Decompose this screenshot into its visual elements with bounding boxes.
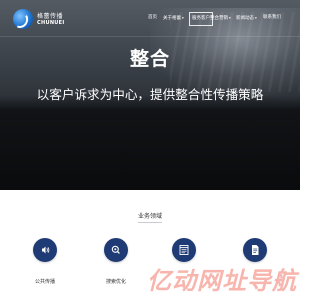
nav-item-contact[interactable]: 联系我们 <box>263 12 281 24</box>
logo-name-en: CHUNUEI <box>37 20 65 26</box>
document-icon <box>252 245 259 255</box>
nav-item-label: 联系我们 <box>263 15 281 20</box>
nav-item-label: 关于格蕾 <box>163 16 181 21</box>
service-icon-circle <box>104 238 128 262</box>
site-logo[interactable]: 格蕾传播 CHUNUEI <box>13 8 73 32</box>
nav-item-news[interactable]: 新闻动态▾ <box>236 12 257 24</box>
logo-name-cn: 格蕾传播 <box>37 13 64 20</box>
service-label: 公共传播 <box>34 279 55 285</box>
service-public-communication[interactable]: 公共传播 <box>25 238 65 290</box>
nav-item-label: 整合营销 <box>210 16 228 21</box>
nav-divider <box>0 36 300 37</box>
nav-item-home[interactable]: 首页 <box>148 12 157 24</box>
nav-item-about[interactable]: 关于格蕾▾ <box>163 12 184 24</box>
nav-item-label: 服务客户 <box>192 16 210 21</box>
chevron-down-icon: ▾ <box>182 16 184 20</box>
service-icon-circle <box>172 238 196 262</box>
chevron-down-icon: ▾ <box>255 16 257 20</box>
watermark-overlay: 亿动网址导航 <box>117 261 297 295</box>
browser-window-icon <box>179 245 189 255</box>
nav-item-marketing[interactable]: 整合营销▾ <box>210 12 231 24</box>
hero-subtitle: 以客户诉求为中心，提供整合性传播策略 <box>36 87 264 102</box>
service-icon-circle <box>243 238 267 262</box>
section-title-business: 业务领域 <box>137 213 162 220</box>
hero-title: 整合 <box>129 48 170 70</box>
magnifier-icon <box>111 245 120 254</box>
nav-item-label: 新闻动态 <box>236 16 254 21</box>
service-icon-circle <box>33 238 57 262</box>
speaker-icon <box>42 246 50 254</box>
watermark-text: 亿动网址导航 <box>147 267 297 295</box>
main-nav: 首页 关于格蕾▾ 服务客户 整合营销▾ 新闻动态▾ 联系我们 <box>140 12 298 26</box>
nav-item-label: 首页 <box>148 15 157 20</box>
logo-mark-icon <box>13 9 33 29</box>
section-title-underline <box>138 222 162 223</box>
chevron-down-icon: ▾ <box>229 16 231 20</box>
